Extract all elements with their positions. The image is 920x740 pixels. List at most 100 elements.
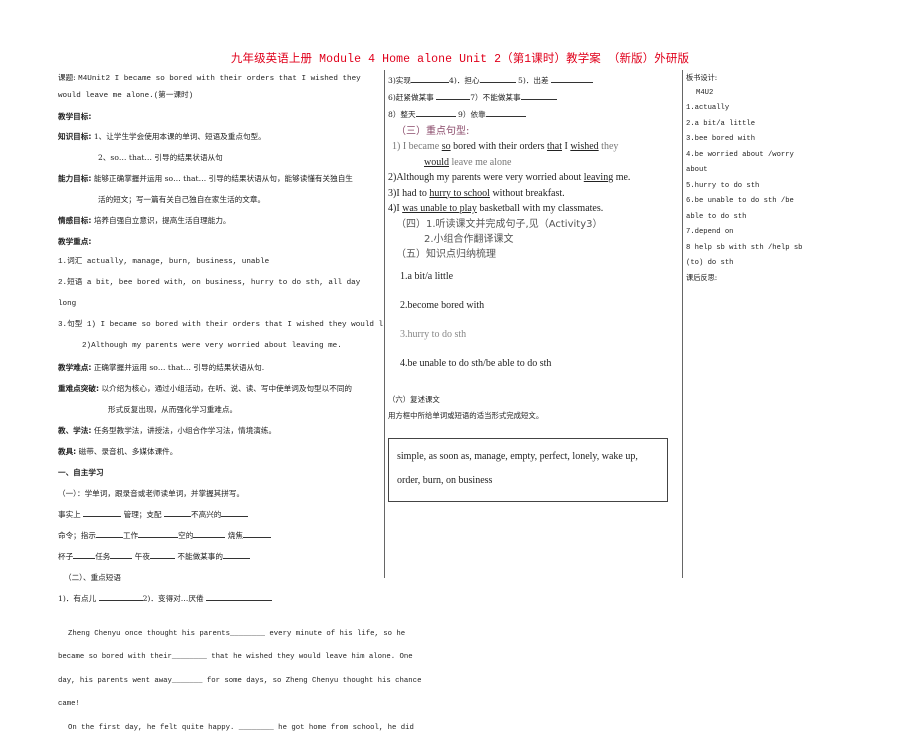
vocab-blank[interactable] [96, 528, 123, 538]
difficulty-label: 教学难点: [58, 363, 91, 372]
method: 教、学法: 任务型教学法，讲授法，小组合作学习法，情境演练。 [58, 420, 383, 441]
vocab-prompt: 杯子 [58, 552, 73, 561]
vocab-blank[interactable] [243, 528, 271, 538]
vocab-row-3: 杯子 任务 午夜 不能做某事的 [58, 546, 383, 567]
board-item: 2.a bit/a little [686, 117, 806, 133]
sentence-underline: would [424, 157, 449, 168]
sentence-text: 4)I [388, 203, 402, 214]
vocab-blank[interactable] [73, 549, 95, 559]
topic-text: M4Unit2 I became so bored with their ord… [58, 75, 361, 100]
self-study-heading: 一、自主学习 [58, 462, 383, 483]
breakthrough-label: 重难点突破: [58, 384, 99, 393]
board-item: about [686, 163, 806, 179]
vocab-blank[interactable] [150, 549, 175, 559]
phrase-row: 1)．有点儿 2)．变得对…厌倦 [58, 588, 383, 609]
column-divider-left [384, 70, 385, 578]
middle-column: 3)实现4)．担心 5)．出差 6)赶紧做某事 7）不能做某事 8）整天 9）依… [388, 70, 678, 502]
phrase-blank[interactable] [206, 591, 272, 601]
emotion-text: 培养自强自立意识，提高生活自理能力。 [94, 216, 231, 225]
sentence-text: 1) I became [392, 141, 442, 152]
board-item: 7.depend on [686, 225, 806, 241]
sentence-text: 3)I had to [388, 188, 429, 199]
vocab-blank[interactable] [83, 507, 121, 517]
sentence-text: me. [613, 172, 630, 183]
vocab-prompt: 午夜 [135, 552, 150, 561]
passage-line: became so bored with their________ that … [58, 646, 383, 670]
vocab-blank[interactable] [110, 549, 132, 559]
vocab-prompt: 命令；指示 [58, 531, 96, 540]
phrase-prompt: 2)．变得对…厌倦 [143, 594, 204, 603]
vocab-row-2: 命令；指示工作空的 烧焦 [58, 525, 383, 546]
vocab-blank[interactable] [138, 528, 178, 538]
board-design-heading: 板书设计: [686, 70, 806, 86]
key-points-heading: 教学重点: [58, 231, 383, 252]
part3-heading-text: （三）重点句型: [396, 126, 469, 137]
summary-item: 4.be unable to do sth/be able to do sth [400, 349, 678, 378]
phrase-blank[interactable] [416, 107, 456, 117]
key-point-2: 2.短语 a bit, bee bored with, on business,… [58, 273, 383, 315]
emotion-label: 情感目标: [58, 216, 91, 225]
topic: 课题: M4Unit2 I became so bored with their… [58, 70, 383, 104]
board-item: 5.hurry to do sth [686, 179, 806, 195]
phrase-prompt: 6)赶紧做某事 [388, 93, 434, 102]
vocab-blank[interactable] [193, 528, 225, 538]
vocab-blank[interactable] [164, 507, 191, 517]
part6-instruction: 用方框中所给单词或短语的适当形式完成短文。 [388, 408, 678, 424]
key-point-1: 1.词汇 actually, manage, burn, business, u… [58, 252, 383, 273]
part4-line-2: 2.小组合作翻译课文 [388, 232, 678, 247]
sentence-text: they [599, 141, 619, 152]
phrase-prompt: 5)．出差 [518, 76, 549, 85]
phrase-blank[interactable] [521, 90, 557, 100]
passage-line: came! [58, 693, 383, 717]
sentence-underline: that [547, 141, 562, 152]
vocab-blank[interactable] [223, 549, 250, 559]
breakthrough-text-cont: 形式反复出现，从而强化学习重难点。 [58, 399, 383, 420]
board-item: 3.bee bored with [686, 132, 806, 148]
board-item: 8 help sb with sth /help sb [686, 241, 806, 257]
sentence-2: 2)Although my parents were very worried … [388, 170, 678, 186]
word-box: simple, as soon as, manage, empty, perfe… [388, 438, 668, 502]
sentence-text: 2)Although my parents were very worried … [388, 172, 584, 183]
phrase-blank[interactable] [99, 591, 143, 601]
sentence-4: 4)I was unable to play basketball with m… [388, 201, 678, 217]
tools-label: 教具: [58, 447, 76, 456]
sentence-text: leave me alone [449, 157, 511, 168]
knowledge-label: 知识目标: [58, 132, 91, 141]
phrase-prompt: 1)．有点儿 [58, 594, 96, 603]
breakthrough-text: 以介绍为核心，通过小组活动，在听、说、读、写中使单词及句型以不同的 [101, 384, 352, 393]
vocab-prompt: 烧焦 [228, 531, 243, 540]
vocab-blank[interactable] [221, 507, 248, 517]
board-item: able to do sth [686, 210, 806, 226]
phrase-blank[interactable] [411, 73, 449, 83]
phrase-blank[interactable] [551, 73, 593, 83]
sentence-underline: was unable to play [402, 203, 477, 214]
column-divider-right [682, 70, 683, 578]
sentence-3: 3)I had to hurry to school without break… [388, 186, 678, 202]
part4-line-1: （四）1.听读课文并完成句子,见（Activity3） [388, 217, 678, 232]
board-item: (to) do sth [686, 256, 806, 272]
vocab-prompt: 空的 [178, 531, 193, 540]
goals-heading: 教学目标: [58, 108, 383, 126]
difficulty-text: 正确掌握并运用 so… that… 引导的结果状语从句. [94, 363, 264, 372]
method-label: 教、学法: [58, 426, 91, 435]
board-item: 4.be worried about /worry [686, 148, 806, 164]
sentence-underline: so [442, 141, 451, 152]
breakthrough: 重难点突破: 以介绍为核心，通过小组活动，在听、说、读、写中使单词及句型以不同的 [58, 378, 383, 399]
vocab-prompt: 管理；支配 [124, 510, 162, 519]
phrase-blank[interactable] [436, 90, 470, 100]
phrase-blank[interactable] [486, 107, 526, 117]
sentence-underline: hurry to school [429, 188, 490, 199]
emotion-goal: 情感目标: 培养自强自立意识，提高生活自理能力。 [58, 210, 383, 231]
phrase-row-a: 3)实现4)．担心 5)．出差 [388, 72, 678, 89]
vocab-prompt: 不高兴的 [191, 510, 221, 519]
phrase-prompt: 4)．担心 [449, 76, 480, 85]
vocab-prompt: 任务 [95, 552, 110, 561]
vocab-prompt: 不能做某事的 [177, 552, 223, 561]
tools: 教具: 磁带、录音机、多媒体课件。 [58, 441, 383, 462]
phrase-blank[interactable] [480, 73, 516, 83]
passage-line: day, his parents went away_______ for so… [58, 670, 383, 694]
vocab-row-1: 事实上 管理；支配 不高兴的 [58, 504, 383, 525]
difficulty: 教学难点: 正确掌握并运用 so… that… 引导的结果状语从句. [58, 357, 383, 378]
sentence-text: without breakfast. [490, 188, 565, 199]
passage-line: Zheng Chenyu once thought his parents___… [58, 623, 383, 647]
